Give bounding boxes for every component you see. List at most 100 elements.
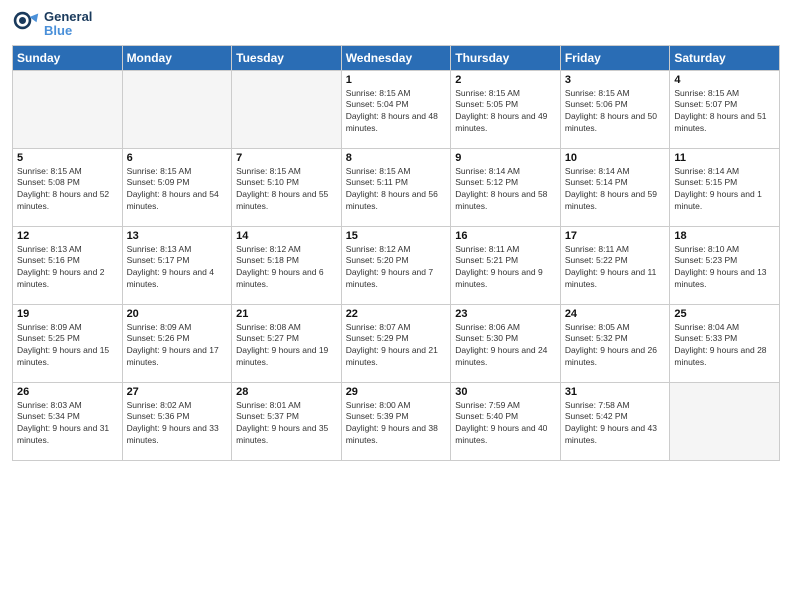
calendar-cell: 29Sunrise: 8:00 AMSunset: 5:39 PMDayligh…	[341, 382, 451, 460]
day-detail: Sunrise: 8:15 AMSunset: 5:10 PMDaylight:…	[236, 166, 337, 214]
calendar-week-row: 26 Sunrise: 8:03 AMSunset: 5:34 PMDayligh…	[13, 382, 780, 460]
calendar-week-row: 12 Sunrise: 8:13 AMSunset: 5:16 PMDayligh…	[13, 226, 780, 304]
calendar-cell: 20 Sunrise: 8:09 AMSunset: 5:26 PMDayligh…	[122, 304, 232, 382]
col-monday: Monday	[122, 45, 232, 70]
calendar-cell: 21 Sunrise: 8:08 AMSunset: 5:27 PMDayligh…	[232, 304, 342, 382]
calendar-cell	[670, 382, 780, 460]
calendar-cell: 3 Sunrise: 8:15 AMSunset: 5:06 PMDaylight…	[560, 70, 670, 148]
day-number: 9	[455, 152, 556, 164]
day-number: 8	[346, 152, 447, 164]
day-detail: Sunrise: 8:08 AMSunset: 5:27 PMDaylight:…	[236, 322, 337, 370]
day-number: 25	[674, 308, 775, 320]
calendar-cell: 30 Sunrise: 7:59 AMSunset: 5:40 PMDayligh…	[451, 382, 561, 460]
day-detail: Sunrise: 8:14 AMSunset: 5:14 PMDaylight:…	[565, 166, 666, 214]
calendar-cell: 9 Sunrise: 8:14 AMSunset: 5:12 PMDaylight…	[451, 148, 561, 226]
calendar-cell: 6Sunrise: 8:15 AMSunset: 5:09 PMDaylight…	[122, 148, 232, 226]
calendar-cell: 31 Sunrise: 7:58 AMSunset: 5:42 PMDayligh…	[560, 382, 670, 460]
day-number: 23	[455, 308, 556, 320]
logo-text: General Blue	[44, 10, 92, 39]
day-number: 21	[236, 308, 337, 320]
calendar-cell: 2Sunrise: 8:15 AMSunset: 5:05 PMDaylight…	[451, 70, 561, 148]
calendar-cell: 4 Sunrise: 8:15 AMSunset: 5:07 PMDaylight…	[670, 70, 780, 148]
calendar-cell: 7 Sunrise: 8:15 AMSunset: 5:10 PMDaylight…	[232, 148, 342, 226]
col-thursday: Thursday	[451, 45, 561, 70]
day-number: 12	[17, 230, 118, 242]
day-number: 26	[17, 386, 118, 398]
day-detail: Sunrise: 8:11 AMSunset: 5:22 PMDaylight:…	[565, 244, 666, 292]
day-detail: Sunrise: 8:05 AMSunset: 5:32 PMDaylight:…	[565, 322, 666, 370]
day-detail: Sunrise: 8:04 AMSunset: 5:33 PMDaylight:…	[674, 322, 775, 370]
day-number: 4	[674, 74, 775, 86]
day-detail: Sunrise: 8:02 AMSunset: 5:36 PMDaylight:…	[127, 400, 228, 448]
day-detail: Sunrise: 8:14 AMSunset: 5:12 PMDaylight:…	[455, 166, 556, 214]
day-number: 17	[565, 230, 666, 242]
day-number: 1	[346, 74, 447, 86]
day-detail: Sunrise: 7:59 AMSunset: 5:40 PMDaylight:…	[455, 400, 556, 448]
day-detail: Sunrise: 8:03 AMSunset: 5:34 PMDaylight:…	[17, 400, 118, 448]
calendar-cell: 8Sunrise: 8:15 AMSunset: 5:11 PMDaylight…	[341, 148, 451, 226]
header: General Blue	[12, 10, 780, 39]
day-number: 22	[346, 308, 447, 320]
day-detail: Sunrise: 8:11 AMSunset: 5:21 PMDaylight:…	[455, 244, 556, 292]
day-detail: Sunrise: 7:58 AMSunset: 5:42 PMDaylight:…	[565, 400, 666, 448]
col-friday: Friday	[560, 45, 670, 70]
calendar-cell: 14 Sunrise: 8:12 AMSunset: 5:18 PMDayligh…	[232, 226, 342, 304]
calendar-container: General Blue Sunday Monday Tuesday Wedne…	[0, 0, 792, 612]
calendar-week-row: 19 Sunrise: 8:09 AMSunset: 5:25 PMDayligh…	[13, 304, 780, 382]
day-detail: Sunrise: 8:15 AMSunset: 5:05 PMDaylight:…	[455, 88, 556, 136]
calendar-week-row: 5Sunrise: 8:15 AMSunset: 5:08 PMDaylight…	[13, 148, 780, 226]
calendar-cell: 25 Sunrise: 8:04 AMSunset: 5:33 PMDayligh…	[670, 304, 780, 382]
day-number: 28	[236, 386, 337, 398]
calendar-cell: 10Sunrise: 8:14 AMSunset: 5:14 PMDayligh…	[560, 148, 670, 226]
day-number: 13	[127, 230, 228, 242]
calendar-week-row: 1 Sunrise: 8:15 AMSunset: 5:04 PMDaylight…	[13, 70, 780, 148]
calendar-cell	[13, 70, 123, 148]
day-number: 5	[17, 152, 118, 164]
day-detail: Sunrise: 8:14 AMSunset: 5:15 PMDaylight:…	[674, 166, 775, 214]
day-number: 20	[127, 308, 228, 320]
calendar-table: Sunday Monday Tuesday Wednesday Thursday…	[12, 45, 780, 461]
day-number: 3	[565, 74, 666, 86]
logo-icon	[12, 10, 40, 38]
day-number: 16	[455, 230, 556, 242]
calendar-cell: 24Sunrise: 8:05 AMSunset: 5:32 PMDayligh…	[560, 304, 670, 382]
day-detail: Sunrise: 8:15 AMSunset: 5:07 PMDaylight:…	[674, 88, 775, 136]
calendar-cell: 17 Sunrise: 8:11 AMSunset: 5:22 PMDayligh…	[560, 226, 670, 304]
day-number: 27	[127, 386, 228, 398]
day-detail: Sunrise: 8:07 AMSunset: 5:29 PMDaylight:…	[346, 322, 447, 370]
calendar-cell	[122, 70, 232, 148]
calendar-cell: 23 Sunrise: 8:06 AMSunset: 5:30 PMDayligh…	[451, 304, 561, 382]
day-number: 29	[346, 386, 447, 398]
calendar-cell: 16 Sunrise: 8:11 AMSunset: 5:21 PMDayligh…	[451, 226, 561, 304]
calendar-cell: 5Sunrise: 8:15 AMSunset: 5:08 PMDaylight…	[13, 148, 123, 226]
calendar-cell: 22 Sunrise: 8:07 AMSunset: 5:29 PMDayligh…	[341, 304, 451, 382]
col-wednesday: Wednesday	[341, 45, 451, 70]
day-number: 18	[674, 230, 775, 242]
calendar-cell: 1 Sunrise: 8:15 AMSunset: 5:04 PMDaylight…	[341, 70, 451, 148]
day-detail: Sunrise: 8:09 AMSunset: 5:26 PMDaylight:…	[127, 322, 228, 370]
day-detail: Sunrise: 8:09 AMSunset: 5:25 PMDaylight:…	[17, 322, 118, 370]
col-saturday: Saturday	[670, 45, 780, 70]
calendar-cell: 18 Sunrise: 8:10 AMSunset: 5:23 PMDayligh…	[670, 226, 780, 304]
calendar-cell: 19 Sunrise: 8:09 AMSunset: 5:25 PMDayligh…	[13, 304, 123, 382]
calendar-cell: 12 Sunrise: 8:13 AMSunset: 5:16 PMDayligh…	[13, 226, 123, 304]
day-detail: Sunrise: 8:15 AMSunset: 5:04 PMDaylight:…	[346, 88, 447, 136]
day-number: 7	[236, 152, 337, 164]
day-detail: Sunrise: 8:13 AMSunset: 5:17 PMDaylight:…	[127, 244, 228, 292]
day-detail: Sunrise: 8:06 AMSunset: 5:30 PMDaylight:…	[455, 322, 556, 370]
calendar-cell: 13 Sunrise: 8:13 AMSunset: 5:17 PMDayligh…	[122, 226, 232, 304]
day-number: 19	[17, 308, 118, 320]
day-detail: Sunrise: 8:12 AMSunset: 5:18 PMDaylight:…	[236, 244, 337, 292]
day-detail: Sunrise: 8:13 AMSunset: 5:16 PMDaylight:…	[17, 244, 118, 292]
day-detail: Sunrise: 8:10 AMSunset: 5:23 PMDaylight:…	[674, 244, 775, 292]
day-number: 11	[674, 152, 775, 164]
day-detail: Sunrise: 8:01 AMSunset: 5:37 PMDaylight:…	[236, 400, 337, 448]
day-detail: Sunrise: 8:15 AMSunset: 5:06 PMDaylight:…	[565, 88, 666, 136]
day-number: 14	[236, 230, 337, 242]
col-sunday: Sunday	[13, 45, 123, 70]
day-number: 30	[455, 386, 556, 398]
day-number: 15	[346, 230, 447, 242]
logo: General Blue	[12, 10, 92, 39]
day-number: 31	[565, 386, 666, 398]
calendar-cell: 28 Sunrise: 8:01 AMSunset: 5:37 PMDayligh…	[232, 382, 342, 460]
